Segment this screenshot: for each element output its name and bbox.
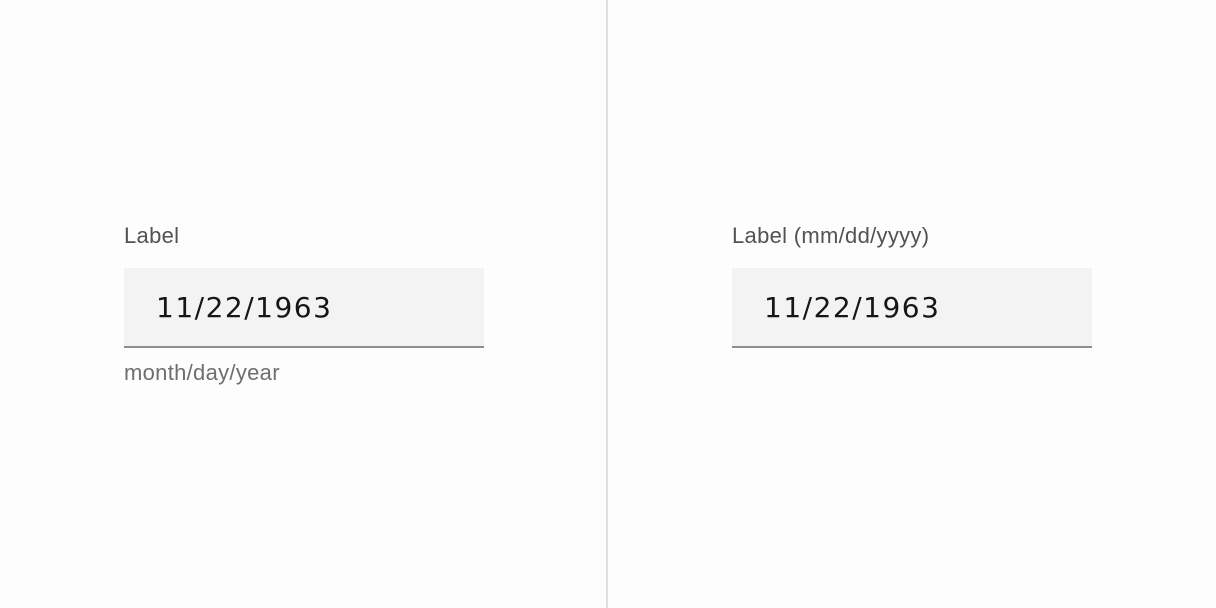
date-field-with-format-in-label: Label (mm/dd/yyyy) 11/22/1963 (732, 221, 1092, 348)
date-field-with-helper: Label 11/22/1963 month/day/year (124, 221, 484, 388)
left-example-panel: Label 11/22/1963 month/day/year (0, 0, 606, 608)
field-label: Label (124, 223, 180, 248)
date-input[interactable]: 11/22/1963 (732, 268, 1092, 348)
right-example-panel: Label (mm/dd/yyyy) 11/22/1963 (608, 0, 1216, 608)
date-input-value: 11/22/1963 (156, 290, 333, 324)
date-input-value: 11/22/1963 (764, 290, 941, 324)
date-input[interactable]: 11/22/1963 (124, 268, 484, 348)
helper-text: month/day/year (124, 360, 280, 385)
field-label: Label (mm/dd/yyyy) (732, 223, 930, 248)
